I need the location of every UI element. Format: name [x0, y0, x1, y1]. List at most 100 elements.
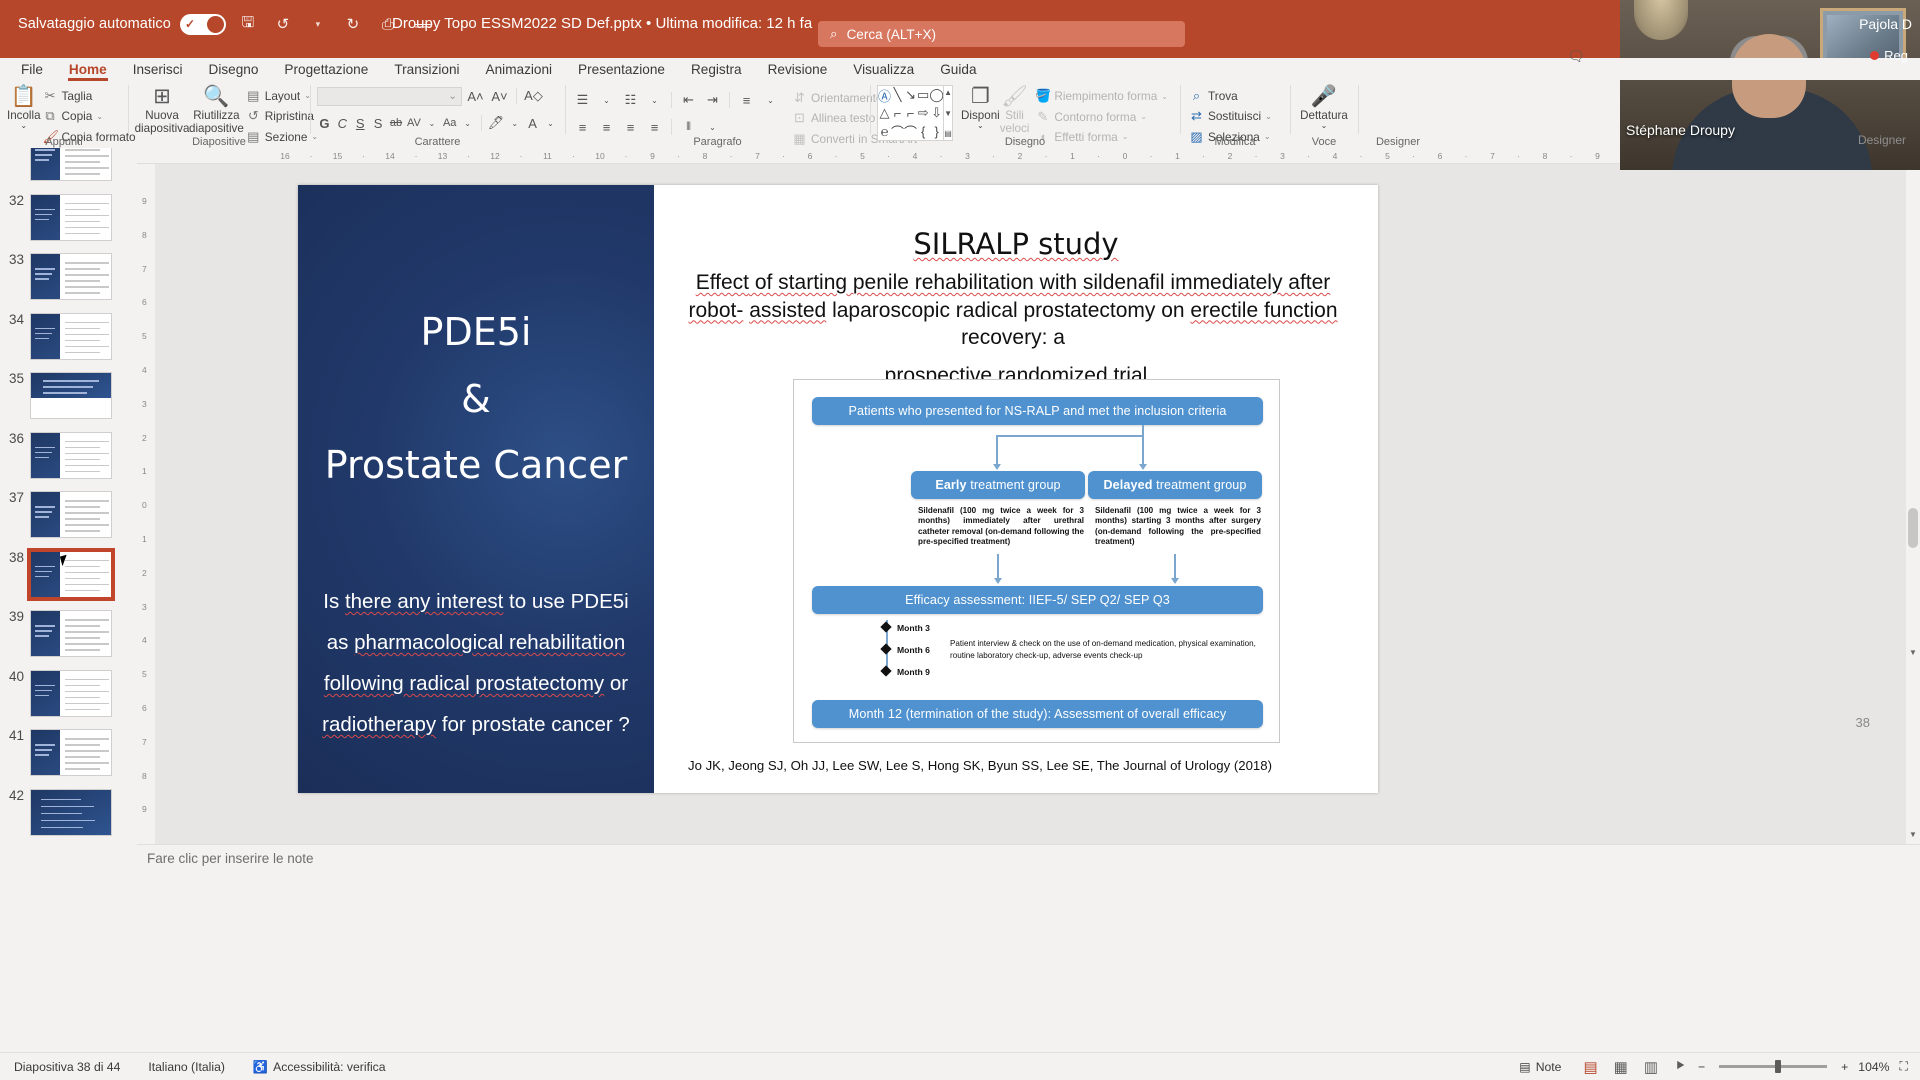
underline-button[interactable]: S	[353, 113, 368, 133]
slide-thumbnail[interactable]	[30, 491, 112, 538]
oval-shape-icon[interactable]: ◯	[929, 86, 943, 104]
fit-to-window-button[interactable]: ⛶	[1895, 1059, 1920, 1074]
scrollbar-thumb[interactable]	[1908, 508, 1918, 548]
slide-thumbnail-row[interactable]: 40	[0, 669, 130, 717]
slide-thumbnail-row[interactable]: 41	[0, 729, 130, 776]
elbow-arrow-icon[interactable]: ⌐	[904, 104, 917, 122]
columns-button[interactable]: ⫴	[678, 117, 699, 137]
slide-thumbnail-row[interactable]: 36	[0, 431, 130, 479]
numbering-button[interactable]: ☷	[620, 90, 641, 110]
italic-button[interactable]: C	[335, 113, 350, 133]
find-button[interactable]: ⌕ Trova	[1187, 86, 1277, 105]
chevron-down-icon[interactable]: ⌄	[1140, 112, 1147, 121]
view-reading-button[interactable]: ▥	[1636, 1058, 1666, 1076]
arrow-shape-icon[interactable]: ↘	[904, 86, 917, 104]
canvas-scrollbar[interactable]: ▲ ▼ ▼	[1906, 148, 1920, 844]
record-button[interactable]: Reg	[1870, 48, 1908, 63]
justify-button[interactable]: ≡	[644, 117, 665, 137]
right-arrow-shape-icon[interactable]: ⇨	[917, 104, 929, 122]
autosave-toggle[interactable]: ✓	[179, 13, 226, 35]
chevron-down-icon[interactable]: ⌄	[977, 121, 984, 131]
slide-thumbnail-panel[interactable]: 31323334353637383940414243	[0, 148, 137, 848]
save-icon[interactable]: 🖫	[235, 11, 261, 37]
search-input[interactable]: ⌕ Cerca (ALT+X)	[818, 21, 1185, 47]
current-slide[interactable]: PDE5i & Prostate Cancer Is there any int…	[298, 185, 1378, 793]
zoom-slider-handle[interactable]	[1775, 1060, 1782, 1073]
chevron-down-icon[interactable]: ⌄	[543, 113, 558, 133]
chevron-down-icon[interactable]: ⌄	[460, 113, 475, 133]
chevron-down-icon[interactable]: ⌄	[644, 90, 665, 110]
shape-fill-button[interactable]: 🪣 Riempimento forma ⌄	[1033, 87, 1173, 106]
slide-thumbnail-row[interactable]: 35	[0, 372, 130, 419]
chevron-down-icon[interactable]: ⌄	[760, 90, 781, 110]
triangle-shape-icon[interactable]: △	[878, 104, 891, 122]
slide-thumbnail-row[interactable]: 42	[0, 788, 130, 836]
document-title[interactable]: Droupy Topo ESSM2022 SD Def.pptx • Ultim…	[392, 15, 832, 32]
chevron-down-icon[interactable]: ⌄	[596, 90, 617, 110]
tab-visualizza[interactable]: Visualizza	[840, 60, 927, 79]
line-shape-icon[interactable]: ╲	[891, 86, 904, 104]
strikethrough-button[interactable]: ab	[389, 113, 404, 133]
copy-button[interactable]: ⧉ Copia ⌄	[41, 107, 141, 126]
elbow-connector-icon[interactable]: ⌐	[891, 104, 904, 122]
slide-thumbnail[interactable]	[30, 431, 112, 479]
shape-gallery[interactable]: Ⓐ ╲ ↘ ▭ ◯ ▢ △ ⌐ ⌐ ⇨ ⇩ ⬠ ℮ ⌒ ⌒ { } ☆	[877, 85, 945, 141]
slide-thumbnail[interactable]	[30, 193, 112, 241]
slide-thumbnail[interactable]	[30, 610, 112, 657]
textbox-shape-icon[interactable]: Ⓐ	[878, 86, 891, 104]
grow-font-button[interactable]: A˄	[465, 86, 486, 106]
tab-progettazione[interactable]: Progettazione	[271, 60, 381, 79]
slide-thumbnail[interactable]	[30, 253, 112, 300]
slide-thumbnail[interactable]	[30, 148, 112, 181]
language-indicator[interactable]: Italiano (Italia)	[134, 1060, 239, 1074]
slide-thumbnail[interactable]	[30, 788, 112, 836]
align-center-button[interactable]: ≡	[596, 117, 617, 137]
chevron-down-icon[interactable]: ⌄	[96, 112, 103, 121]
accessibility-checker[interactable]: ♿ Accessibilità: verifica	[239, 1060, 400, 1074]
chevron-down-icon[interactable]: ⌄	[20, 121, 27, 131]
align-right-button[interactable]: ≡	[620, 117, 641, 137]
tab-home[interactable]: Home	[56, 60, 120, 81]
slide-thumbnail-row[interactable]: 32	[0, 193, 130, 241]
text-highlight-button[interactable]: 🖊	[488, 113, 505, 133]
tab-disegno[interactable]: Disegno	[196, 60, 272, 79]
increase-indent-button[interactable]: ⇥	[702, 90, 723, 110]
scroll-up-icon[interactable]: ▲	[944, 88, 952, 97]
slide-thumbnail-row[interactable]: 37	[0, 491, 130, 538]
zoom-slider[interactable]	[1719, 1060, 1828, 1073]
down-arrow-shape-icon[interactable]: ⇩	[929, 104, 943, 122]
slide-thumbnail-row[interactable]: 34	[0, 312, 130, 360]
undo-dropdown-icon[interactable]: ▾	[305, 11, 331, 37]
shape-outline-button[interactable]: ✎ Contorno forma ⌄	[1033, 107, 1173, 126]
clear-formatting-button[interactable]: A◇	[523, 86, 544, 106]
chevron-down-icon[interactable]: ⌄	[507, 113, 522, 133]
redo-icon[interactable]: ↻	[340, 11, 366, 37]
font-color-button[interactable]: A	[525, 113, 540, 133]
replace-button[interactable]: ⇄ Sostituisci ⌄	[1187, 107, 1277, 126]
tab-file[interactable]: File	[8, 60, 56, 79]
zoom-level[interactable]: 104%	[1852, 1060, 1895, 1074]
view-normal-button[interactable]: ▤	[1575, 1058, 1605, 1076]
slide-counter[interactable]: Diapositiva 38 di 44	[0, 1060, 134, 1074]
align-left-button[interactable]: ≡	[572, 117, 593, 137]
rectangle-shape-icon[interactable]: ▭	[917, 86, 929, 104]
slide-thumbnail[interactable]	[30, 372, 112, 419]
scroll-page-down-icon[interactable]: ▼	[1906, 648, 1920, 662]
scroll-down-icon[interactable]: ▼	[1906, 830, 1920, 844]
text-shadow-button[interactable]: S	[371, 113, 386, 133]
tab-guida[interactable]: Guida	[927, 60, 989, 79]
notes-pane[interactable]: Fare clic per inserire le note	[137, 844, 1920, 872]
chevron-down-icon[interactable]: ⌄	[1161, 92, 1168, 101]
chevron-down-icon[interactable]: ⌄	[424, 113, 439, 133]
scroll-down-icon[interactable]: ▼	[944, 109, 952, 118]
slide-thumbnail-row[interactable]: 31	[0, 148, 130, 181]
view-slide-sorter-button[interactable]: ▦	[1606, 1058, 1636, 1076]
zoom-in-button[interactable]: +	[1837, 1060, 1852, 1074]
slide-thumbnail-row[interactable]: 33	[0, 253, 130, 300]
chevron-down-icon[interactable]: ⌄	[702, 117, 723, 137]
tab-presentazione[interactable]: Presentazione	[565, 60, 678, 79]
line-spacing-button[interactable]: ≡	[736, 90, 757, 110]
shape-gallery-scrollbar[interactable]: ▲ ▼ ▤	[944, 85, 954, 141]
slide-thumbnail-row[interactable]: 39	[0, 610, 130, 657]
shrink-font-button[interactable]: A˅	[489, 86, 510, 106]
